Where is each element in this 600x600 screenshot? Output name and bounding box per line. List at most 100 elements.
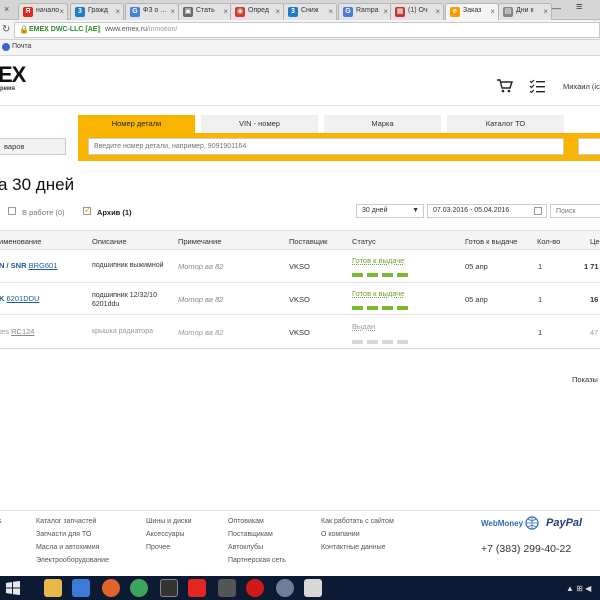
footer-link[interactable]: Оптовикам [228, 518, 286, 525]
media-icon[interactable] [72, 579, 90, 597]
app-icon[interactable] [218, 579, 236, 597]
opera-icon[interactable] [246, 579, 264, 597]
close-icon[interactable]: × [275, 7, 280, 16]
logo-tagline: ремя [0, 86, 15, 92]
browser-tab[interactable]: 3 Гражд × [70, 3, 124, 20]
table-row[interactable]: K 6201DDU подшипник 12/32/10 6201ddu Мот… [0, 283, 600, 315]
footer-col-partners: Оптовикам Поставщикам Автоклубы Партнерс… [228, 518, 286, 570]
tab-part-number[interactable]: Номер детали [78, 115, 195, 133]
browser-tab[interactable]: 3 Сниж × [283, 3, 337, 20]
footer-link[interactable]: Прочее [146, 544, 192, 551]
table-row[interactable]: tes RC124 крышка радиатора Мотор ва 82 V… [0, 315, 600, 349]
close-icon[interactable]: × [383, 7, 388, 16]
browser-tab[interactable]: e Заказ × [445, 3, 499, 20]
col-status[interactable]: Статус [352, 237, 376, 246]
col-supplier[interactable]: Поставщик [289, 237, 327, 246]
windows-start-icon[interactable] [4, 579, 22, 597]
close-icon[interactable]: × [490, 7, 495, 16]
tab-label: Сниж [301, 7, 319, 14]
tab-favicon-icon: Я [23, 7, 33, 17]
row-part-code[interactable]: BRG601 [29, 261, 58, 270]
footer-link[interactable]: Контактные данные [321, 544, 394, 551]
row-status[interactable]: Готов к выдаче [352, 289, 404, 298]
footer-link[interactable]: Каталог запчастей [36, 518, 109, 525]
browser-tab[interactable]: G ФЗ о ... × [125, 3, 179, 20]
footer-link[interactable]: Аксессуары [146, 531, 192, 538]
address-bar: ↻ 🔒 EMEX DWC-LLC [AE] | www.emex.ru/inmo… [0, 20, 600, 40]
footer-link[interactable]: О компании [321, 531, 394, 538]
row-supplier: VKSO [289, 295, 310, 304]
period-select[interactable]: 30 дней ▼ [356, 204, 424, 218]
footer-col-info: Как работать с сайтом О компании Контакт… [321, 518, 394, 557]
browser-tab[interactable]: ▣ Стать × [178, 3, 232, 20]
col-note[interactable]: Примечание [178, 237, 221, 246]
part-search-input[interactable] [88, 138, 564, 155]
user-name[interactable]: Михаил (ic [563, 82, 600, 91]
close-icon[interactable]: × [223, 7, 228, 16]
row-note: Мотор ва 82 [178, 295, 224, 304]
tab-favicon-icon: G [130, 7, 140, 17]
footer-link[interactable]: Поставщикам [228, 531, 286, 538]
search-submit-button[interactable] [578, 138, 600, 155]
explorer-icon[interactable] [44, 579, 62, 597]
row-part-code[interactable]: 6201DDU [7, 294, 40, 303]
bookmark-mail[interactable]: Почта [12, 43, 31, 50]
menu-icon[interactable]: ≡ [576, 1, 582, 13]
site-logo[interactable]: EX [0, 62, 26, 88]
in-work-checkbox[interactable] [8, 207, 16, 215]
browser-tab[interactable]: ▦ (1) Оч × [390, 3, 444, 20]
col-price[interactable]: Це [590, 237, 600, 246]
order-search-input[interactable] [550, 204, 600, 218]
close-icon[interactable]: × [435, 7, 440, 16]
footer-link[interactable]: Запчасти для ТО [36, 531, 109, 538]
close-icon[interactable]: × [543, 7, 548, 16]
date-range-field[interactable]: 07.03.2016 - 05.04.2016 [427, 204, 547, 218]
player-icon[interactable] [160, 579, 178, 597]
browser-tab[interactable]: ◉ Опред × [230, 3, 284, 20]
footer-link[interactable]: Партнерская сеть [228, 557, 286, 564]
chrome-icon[interactable] [130, 579, 148, 597]
browser-tab[interactable]: Яначало × [18, 3, 68, 20]
footer-link[interactable]: Электрооборудование [36, 557, 109, 564]
address-field[interactable]: 🔒 EMEX DWC-LLC [AE] | www.emex.ru/inmoti… [14, 22, 600, 38]
tab-favicon-icon: ▣ [183, 7, 193, 17]
in-work-label[interactable]: В работе (0) [22, 208, 65, 217]
close-icon[interactable]: × [328, 7, 333, 16]
browser-tab[interactable]: ▤ Дни к × [498, 3, 552, 20]
row-status[interactable]: Готов к выдаче [352, 256, 404, 265]
footer-link[interactable]: Автоклубы [228, 544, 286, 551]
col-qty[interactable]: Кол-во [537, 237, 560, 246]
network-icon[interactable] [276, 579, 294, 597]
reload-icon[interactable]: ↻ [2, 24, 10, 35]
archive-label[interactable]: Архив (1) [97, 208, 132, 217]
close-icon[interactable]: × [115, 7, 120, 16]
tab-maintenance-catalog[interactable]: Каталог ТО [447, 115, 564, 133]
table-row[interactable]: N / SNR BRG601 подшипник выжимной Мотор … [0, 250, 600, 283]
catalog-button[interactable]: варов [0, 138, 66, 155]
col-ready[interactable]: Готов к выдаче [465, 237, 517, 246]
status-progress [352, 337, 412, 346]
row-description: подшипник выжимной [92, 262, 164, 269]
yandex-icon[interactable] [188, 579, 206, 597]
close-icon[interactable]: × [170, 7, 175, 16]
order-list-icon[interactable] [529, 79, 545, 93]
footer-link[interactable]: Шины и диски [146, 518, 192, 525]
calculator-icon[interactable] [304, 579, 322, 597]
checkmark-icon: ✓ [84, 205, 92, 215]
cart-icon[interactable] [497, 79, 513, 93]
row-part-code[interactable]: RC124 [11, 327, 34, 336]
minimize-icon[interactable]: — [552, 3, 561, 13]
calendar-icon[interactable] [534, 207, 542, 215]
firefox-icon[interactable] [102, 579, 120, 597]
tab-scroll-icon[interactable]: × [4, 4, 9, 14]
archive-checkbox[interactable]: ✓ [83, 205, 92, 215]
col-name[interactable]: именование [0, 237, 41, 246]
col-description[interactable]: Описание [92, 237, 127, 246]
footer-link[interactable]: Как работать с сайтом [321, 518, 394, 525]
tab-vin[interactable]: VIN - номер [201, 115, 318, 133]
browser-tab[interactable]: G Rampa × [338, 3, 392, 20]
row-status[interactable]: Выдан [352, 322, 375, 331]
tab-brand[interactable]: Марка [324, 115, 441, 133]
footer-link[interactable]: Масла и автохимия [36, 544, 109, 551]
close-icon[interactable]: × [59, 7, 64, 16]
